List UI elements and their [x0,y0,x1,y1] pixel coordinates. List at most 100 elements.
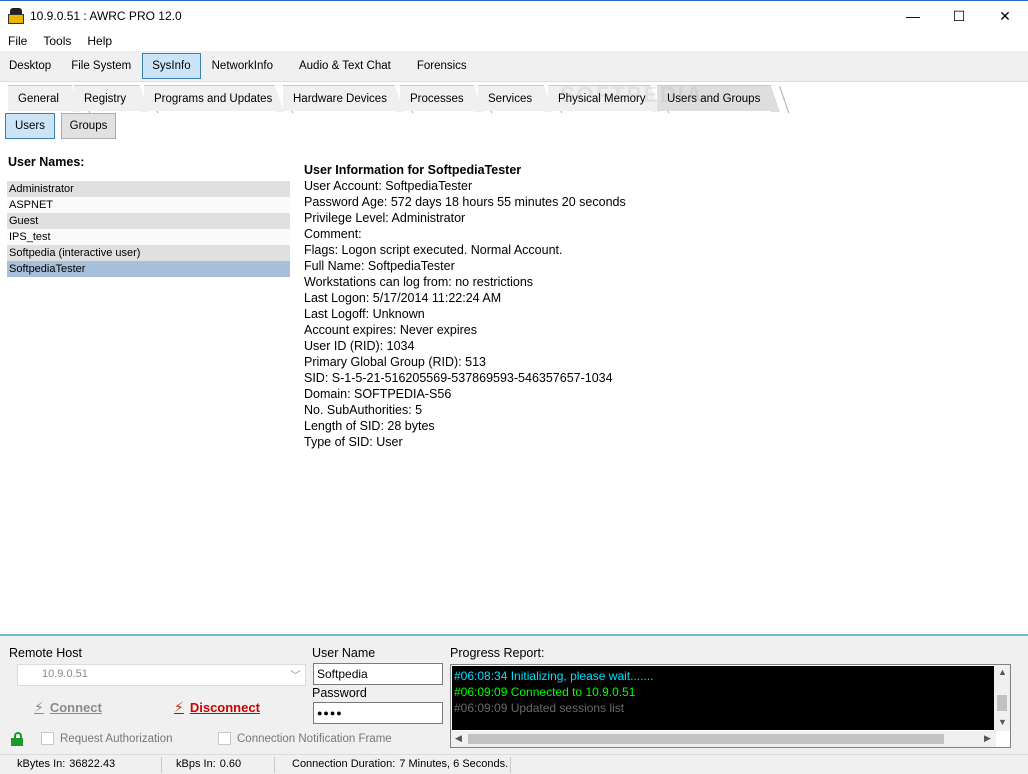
tab-audio-text-chat[interactable]: Audio & Text Chat [290,53,400,79]
list-item[interactable]: Administrator [7,181,290,197]
notification-frame-checkbox[interactable]: Connection Notification Frame [218,732,392,745]
subtab-hardware-devices[interactable]: Hardware Devices [283,85,414,113]
disconnect-label: Disconnect [189,699,260,715]
subtab-programs-label: Programs and Updates [154,92,273,105]
chevron-down-icon[interactable]: ﹀ [290,667,301,683]
info-line: Length of SID: 28 bytes [304,419,435,433]
tab-networkinfo[interactable]: NetworkInfo [203,53,282,79]
lock-icon [10,732,24,746]
username-field[interactable]: Softpedia [313,663,443,685]
list-item[interactable]: Softpedia (interactive user) [7,245,290,261]
info-line: Flags: Logon script executed. Normal Acc… [304,243,563,257]
close-button[interactable]: ✕ [982,1,1028,31]
duration-label: Connection Duration: [292,758,396,770]
watermark: SOFTPEDIA [560,82,704,107]
kbps-in-value: 0.60 [219,758,242,770]
scroll-left-icon[interactable]: ◀ [455,733,462,744]
user-names-label: User Names: [8,155,85,169]
tab-desktop[interactable]: Desktop [0,53,60,79]
disconnect-button[interactable]: ⚡ Disconnect [174,696,260,718]
password-label: Password [312,686,367,700]
list-item-selected[interactable]: SoftpediaTester [7,261,290,277]
plug-icon: ⚡ [34,698,44,715]
groups-button[interactable]: Groups [61,113,116,139]
scroll-right-icon[interactable]: ▶ [984,733,991,744]
request-authorization-label: Request Authorization [60,732,173,745]
tab-sysinfo[interactable]: SysInfo [142,53,201,79]
connect-button[interactable]: ⚡ Connect [34,696,102,718]
info-line: Account expires: Never expires [304,323,477,337]
kbytes-in-value: 36822.43 [69,758,116,770]
subtab-services-label: Services [488,92,533,105]
user-info-header: User Information for SoftpediaTester [304,163,522,177]
menu-file[interactable]: File [0,34,35,48]
username-label: User Name [312,646,376,660]
app-icon [8,8,24,24]
info-line: Type of SID: User [304,435,403,449]
connect-label: Connect [49,699,102,715]
tab-file-system[interactable]: File System [62,53,140,79]
vertical-scrollbar[interactable]: ▲ ▼ [994,665,1010,731]
progress-report-label: Progress Report: [450,646,545,660]
user-list: Administrator ASPNET Guest IPS_test Soft… [7,181,290,277]
remote-host-value: 10.9.0.51 [42,668,88,680]
password-field[interactable]: ●●●● [313,702,443,724]
subtab-programs-and-updates[interactable]: Programs and Updates [144,85,294,113]
info-line: Password Age: 572 days 18 hours 55 minut… [304,195,626,209]
users-button[interactable]: Users [5,113,55,139]
remote-host-label: Remote Host [9,646,82,660]
request-authorization-checkbox[interactable]: Request Authorization [41,732,173,745]
log-line: #06:08:34 Initializing, please wait.....… [454,669,654,683]
info-line: SID: S-1-5-21-516205569-537869593-546357… [304,371,613,385]
subtab-general-label: General [18,92,59,105]
subtab-registry[interactable]: Registry [74,85,159,113]
main-tab-bar: Desktop File System SysInfo NetworkInfo … [0,51,1028,82]
kbps-in-label: kBps In: [176,758,216,770]
connection-panel: Remote Host 10.9.0.51 ﹀ ⚡ Connect ⚡ Disc… [0,634,1028,754]
info-line: Workstations can log from: no restrictio… [304,275,534,289]
connection-duration-status: Connection Duration: 7 Minutes, 6 Second… [292,758,508,770]
window-title: 10.9.0.51 : AWRC PRO 12.0 [30,9,182,23]
menu-help[interactable]: Help [79,34,120,48]
info-line: Domain: SOFTPEDIA-S56 [304,387,452,401]
horizontal-scrollbar[interactable]: ◀ ▶ [451,731,996,747]
kbytes-in-status: kBytes In: 36822.43 [17,758,115,770]
list-item[interactable]: IPS_test [7,229,290,245]
kbps-in-status: kBps In: 0.60 [176,758,241,770]
info-line: Full Name: SoftpediaTester [304,259,455,273]
scroll-down-icon[interactable]: ▼ [998,717,1007,727]
sysinfo-subtab-bar: General Registry Programs and Updates Ha… [0,82,1028,113]
list-item[interactable]: ASPNET [7,197,290,213]
subtab-processes[interactable]: Processes [400,85,493,113]
info-line: Primary Global Group (RID): 513 [304,355,487,369]
user-info-panel: User Information for SoftpediaTester Use… [304,162,626,450]
info-line: No. SubAuthorities: 5 [304,403,423,417]
log-line: #06:09:09 Connected to 10.9.0.51 [454,685,636,699]
remote-host-combo[interactable]: 10.9.0.51 ﹀ [17,664,306,686]
info-line: Comment: [304,227,362,241]
subtab-services[interactable]: Services [478,85,563,113]
title-bar: 10.9.0.51 : AWRC PRO 12.0 — ☐ ✕ [0,0,1028,31]
info-line: Last Logoff: Unknown [304,307,425,321]
info-line: User Account: SoftpediaTester [304,179,473,193]
scroll-up-icon[interactable]: ▲ [998,667,1007,677]
info-line: Last Logon: 5/17/2014 11:22:24 AM [304,291,502,305]
log-line: #06:09:09 Updated sessions list [454,701,625,715]
minimize-button[interactable]: — [890,1,936,31]
list-item[interactable]: Guest [7,213,290,229]
menu-tools[interactable]: Tools [35,34,79,48]
subtab-general[interactable]: General [8,85,91,113]
maximize-button[interactable]: ☐ [936,1,982,31]
duration-value: 7 Minutes, 6 Seconds. [399,758,509,770]
menu-bar: File Tools Help [0,31,120,51]
unplug-icon: ⚡ [174,698,184,715]
info-line: User ID (RID): 1034 [304,339,415,353]
kbytes-in-label: kBytes In: [17,758,66,770]
status-bar: kBytes In: 36822.43 kBps In: 0.60 Connec… [0,754,1028,774]
subtab-processes-label: Processes [410,92,464,105]
notification-frame-label: Connection Notification Frame [237,732,392,745]
info-line: Privilege Level: Administrator [304,211,466,225]
tab-forensics[interactable]: Forensics [408,53,476,79]
subtab-hardware-label: Hardware Devices [293,92,387,105]
progress-report-log[interactable]: #06:08:34 Initializing, please wait.....… [450,664,1011,748]
